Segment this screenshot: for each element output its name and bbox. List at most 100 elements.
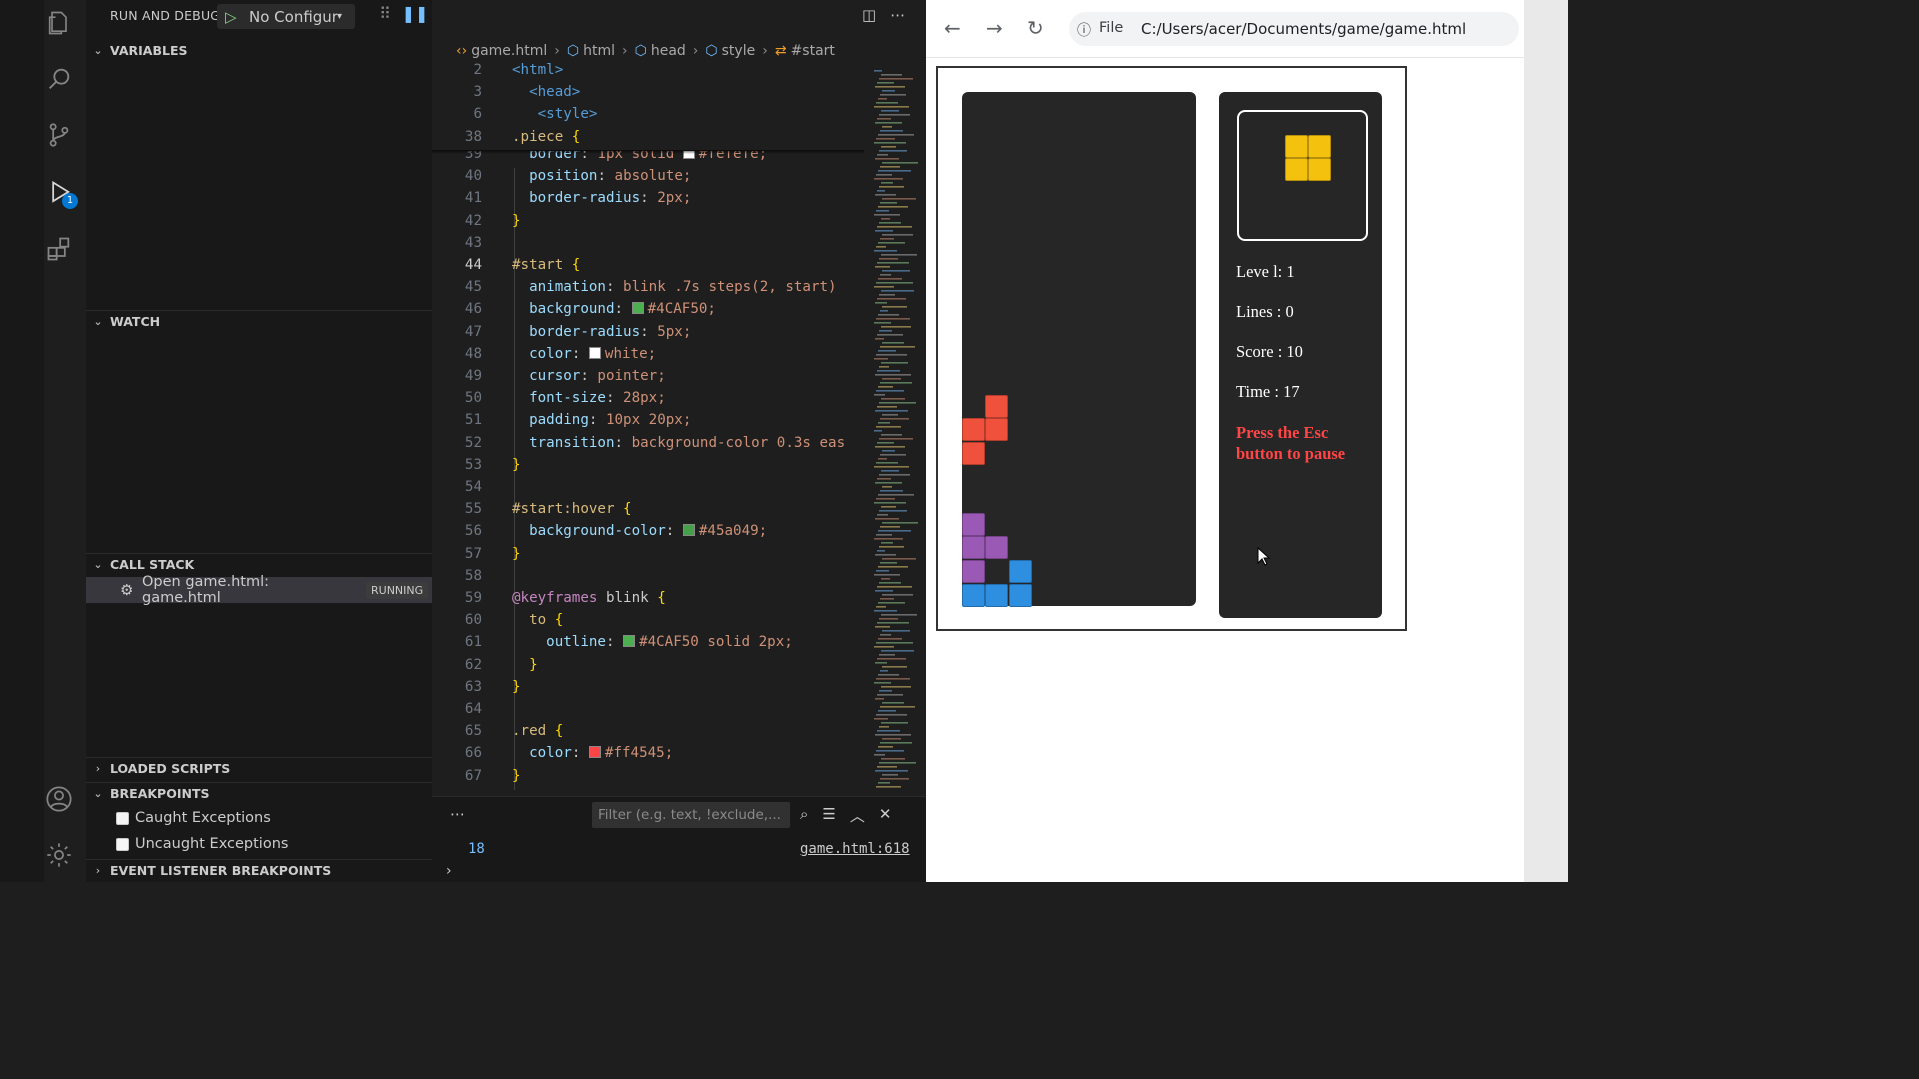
breakpoint-caught-exceptions[interactable]: Caught Exceptions <box>116 810 271 826</box>
account-icon[interactable] <box>42 782 76 816</box>
breakpoint-uncaught-exceptions[interactable]: Uncaught Exceptions <box>116 836 288 852</box>
block-blue <box>1008 560 1032 583</box>
line-code: .red { <box>512 723 564 740</box>
sticky-scroll-line[interactable]: 2 <html> <box>432 62 926 85</box>
split-editor-icon[interactable]: ◫ <box>862 6 876 24</box>
code-line[interactable]: 52 transition: background-color 0.3s eas <box>432 435 926 457</box>
back-arrow-icon[interactable]: ← <box>944 16 961 40</box>
forward-arrow-icon[interactable]: → <box>986 16 1003 40</box>
game-container: Leve l: 1 Lines : 0 Score : 10 Time : 17… <box>936 66 1407 631</box>
minimap-line <box>876 750 904 752</box>
code-line[interactable]: 47 border-radius: 5px; <box>432 324 926 346</box>
code-line[interactable]: 54 <box>432 479 926 501</box>
call-stack-session[interactable]: ⚙ Open game.html: game.html RUNNING <box>86 574 432 606</box>
code-line[interactable]: 63} <box>432 679 926 701</box>
console-source-link[interactable]: game.html:618 <box>800 841 910 857</box>
code-line[interactable]: 64 <box>432 701 926 723</box>
run-debug-icon[interactable]: 1 <box>42 176 78 210</box>
code-line[interactable]: 55 #start:hover { <box>432 501 926 523</box>
mouse-cursor-icon <box>1257 547 1271 566</box>
explorer-icon[interactable] <box>42 6 76 40</box>
game-board[interactable] <box>962 92 1196 607</box>
launch-config-dropdown[interactable]: ▷ No Configur ▾ <box>217 4 355 29</box>
settings-gear-icon[interactable] <box>42 838 76 872</box>
section-watch[interactable]: ⌄ WATCH <box>86 310 432 332</box>
minimap-line <box>881 326 911 328</box>
breadcrumb-item[interactable]: html <box>583 43 615 59</box>
minimap-line <box>880 742 912 744</box>
section-breakpoints[interactable]: ⌄ BREAKPOINTS <box>86 782 432 804</box>
search-icon[interactable] <box>42 62 76 96</box>
minimap[interactable] <box>870 62 918 792</box>
address-bar[interactable]: ⓘ File C:/Users/acer/Documents/game/game… <box>1069 12 1519 46</box>
breakpoint-label: Caught Exceptions <box>135 810 271 826</box>
reload-icon[interactable]: ↻ <box>1027 16 1044 40</box>
pause-icon[interactable]: ❚❚ <box>400 4 430 23</box>
code-line[interactable]: 46 background: #4CAF50; <box>432 301 926 323</box>
minimap-line <box>878 566 908 568</box>
source-control-icon[interactable] <box>42 118 76 152</box>
code-line[interactable]: 51 padding: 10px 20px; <box>432 412 926 434</box>
code-line[interactable]: 53} <box>432 457 926 479</box>
minimap-line <box>881 470 899 472</box>
more-icon[interactable]: ⋯ <box>450 805 465 823</box>
minimap-line <box>876 534 892 536</box>
code-line[interactable]: 48 color: white; <box>432 346 926 368</box>
extensions-icon[interactable] <box>42 232 76 266</box>
section-call-stack[interactable]: ⌄ CALL STACK <box>86 553 432 575</box>
code-line[interactable]: 45 animation: blink .7s steps(2, start) <box>432 279 926 301</box>
minimap-line <box>874 178 903 180</box>
code-line[interactable]: 66 color: #ff4545; <box>432 745 926 767</box>
breadcrumb-item[interactable]: #start <box>791 43 835 59</box>
line-number: 58 <box>464 567 482 584</box>
info-icon[interactable]: ⓘ <box>1077 20 1091 40</box>
code-line[interactable]: 41 border-radius: 2px; <box>432 190 926 212</box>
code-line[interactable]: 40 position: absolute; <box>432 168 926 190</box>
minimap-line <box>881 398 905 400</box>
code-line[interactable]: 65 .red { <box>432 723 926 745</box>
close-icon[interactable]: ✕ <box>879 805 892 826</box>
breakpoint-checkbox[interactable] <box>116 811 129 825</box>
breadcrumb-item[interactable]: style <box>722 43 756 59</box>
sticky-scroll-line[interactable]: 3 <head> <box>432 84 926 107</box>
more-actions-icon[interactable]: ⋯ <box>890 6 905 24</box>
sticky-scroll-line[interactable]: 6 <style> <box>432 106 926 129</box>
code-line[interactable]: 60 to { <box>432 612 926 634</box>
minimap-line <box>876 714 907 716</box>
code-line[interactable]: 58 <box>432 568 926 590</box>
minimap-line <box>877 442 894 444</box>
start-debugging-icon[interactable]: ▷ <box>225 8 243 26</box>
drag-handle-icon[interactable]: ⠿ <box>370 4 400 23</box>
sticky-scroll-shadow <box>432 150 864 154</box>
minimap-line <box>875 122 902 124</box>
section-loaded-scripts[interactable]: › LOADED SCRIPTS <box>86 757 432 779</box>
minimap-line <box>875 86 905 88</box>
breadcrumb-item[interactable]: game.html <box>471 43 547 59</box>
breakpoint-checkbox[interactable] <box>116 837 129 851</box>
code-line[interactable]: 57} <box>432 546 926 568</box>
url-text[interactable]: C:/Users/acer/Documents/game/game.html <box>1141 20 1466 38</box>
search-icon[interactable]: ⌕ <box>800 805 808 826</box>
code-line[interactable]: 67} <box>432 768 926 790</box>
list-view-icon[interactable]: ☰ <box>822 805 835 826</box>
code-line[interactable]: 62 } <box>432 657 926 679</box>
code-line[interactable]: 43 <box>432 235 926 257</box>
minimap-line <box>882 198 916 200</box>
chevron-up-icon[interactable]: ︿ <box>850 805 865 826</box>
code-line[interactable]: 59 @keyframes blink { <box>432 590 926 612</box>
chevron-down-icon: ⌄ <box>93 787 103 800</box>
section-event-listener-breakpoints[interactable]: › EVENT LISTENER BREAKPOINTS <box>86 859 432 881</box>
code-line[interactable]: 42} <box>432 213 926 235</box>
line-number: 56 <box>464 523 482 540</box>
section-variables[interactable]: ⌄ VARIABLES <box>86 39 432 61</box>
code-line[interactable]: 61 outline: #4CAF50 solid 2px; <box>432 634 926 656</box>
minimap-line <box>879 726 889 728</box>
code-line[interactable]: 49 cursor: pointer; <box>432 368 926 390</box>
sticky-scroll-line[interactable]: 38 .piece { <box>432 128 926 151</box>
minimap-line <box>879 150 907 152</box>
code-line[interactable]: 44 #start { <box>432 257 926 279</box>
console-filter-input[interactable]: Filter (e.g. text, !exclude,... <box>592 802 790 828</box>
code-line[interactable]: 56 background-color: #45a049; <box>432 523 926 545</box>
code-line[interactable]: 50 font-size: 28px; <box>432 390 926 412</box>
breadcrumb-item[interactable]: head <box>651 43 686 59</box>
